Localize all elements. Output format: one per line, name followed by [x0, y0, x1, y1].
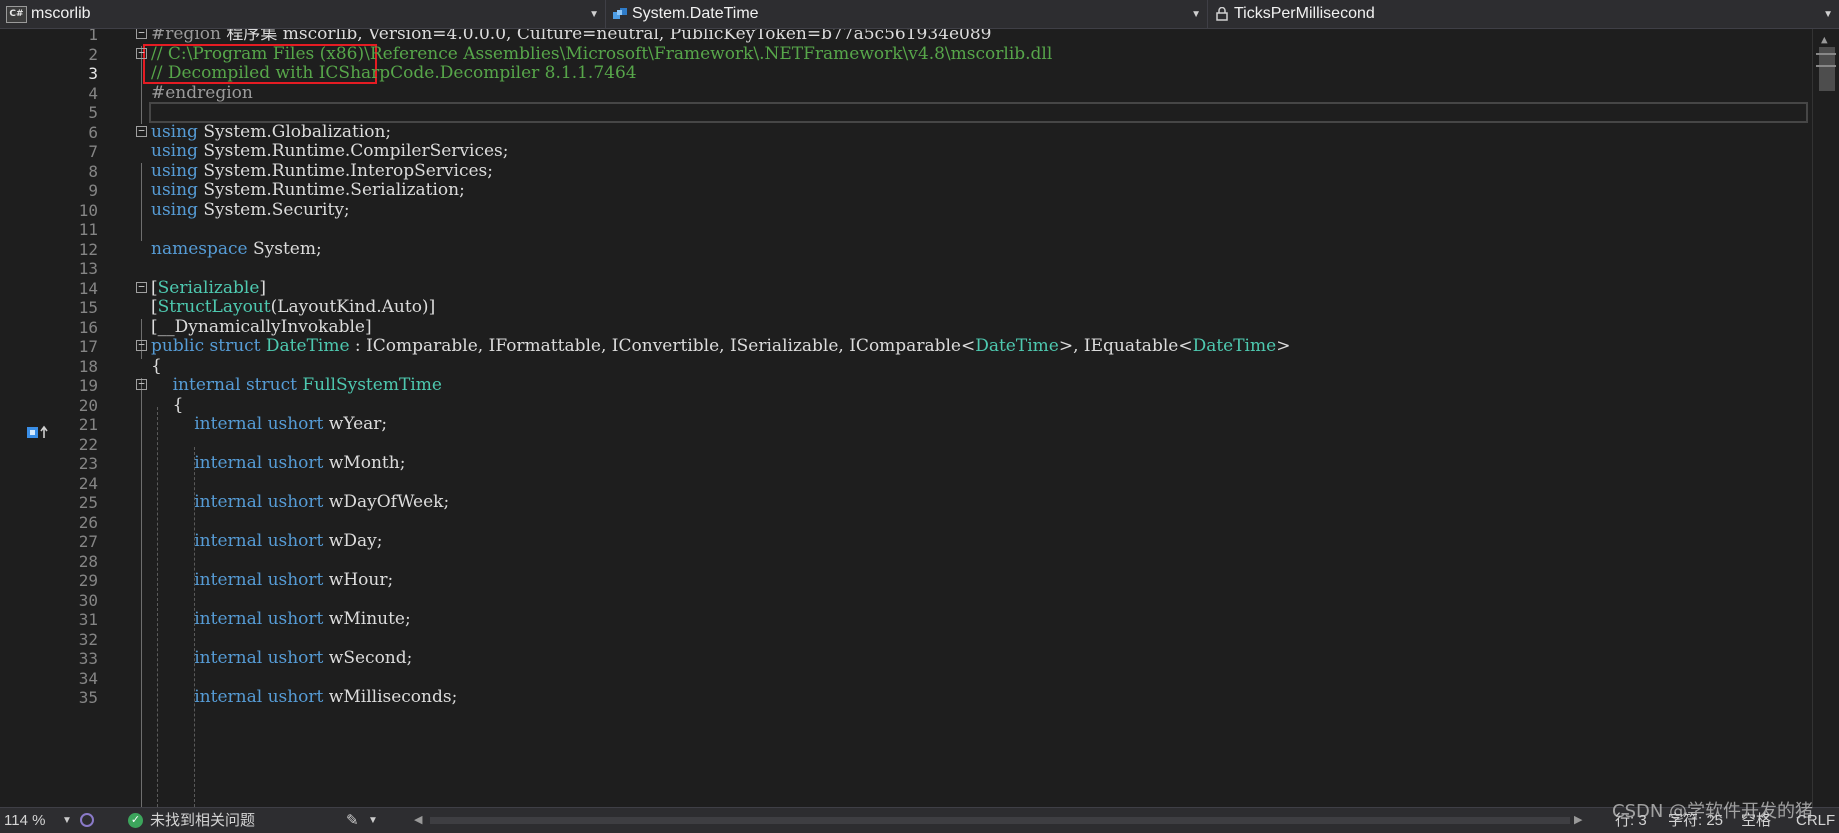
chevron-down-icon[interactable]: ▼ [368, 808, 378, 833]
code-token: [ [151, 277, 158, 298]
check-circle-icon: ✓ [128, 813, 143, 828]
code-token: internal ushort [194, 570, 324, 590]
code-token: internal ushort [194, 414, 324, 434]
code-token: > [1276, 336, 1291, 356]
code-token: internal ushort [194, 492, 324, 512]
code-token: #endregion [151, 82, 253, 103]
code-token: wDay; [323, 531, 383, 551]
copilot-icon[interactable] [80, 813, 94, 827]
code-token: DateTime [975, 336, 1059, 356]
code-token: using [151, 121, 198, 142]
code-cleanup-brush-icon[interactable]: ✎ [346, 808, 359, 833]
code-token: namespace [151, 238, 248, 259]
code-token: (LayoutKind.Auto)] [270, 297, 436, 317]
code-token: ] [259, 277, 267, 298]
line-number: 35 [78, 688, 98, 707]
code-token: Serializable [157, 277, 260, 298]
code-token: System.Runtime.Serialization; [197, 180, 465, 200]
code-token: wHour; [323, 570, 394, 590]
code-token: // C:\Program Files (x86)\Reference Asse… [151, 43, 1053, 64]
chevron-down-icon[interactable]: ▼ [62, 808, 72, 833]
code-token: internal ushort [194, 687, 324, 707]
code-token: using [151, 160, 198, 181]
code-token: System; [247, 238, 322, 259]
code-token: FullSystemTime [302, 375, 442, 395]
watermark: CSDN @学软件开发的猪 [1612, 801, 1814, 822]
status-bar: 114 % ▼ ✓ 未找到相关问题 ✎ ▼ ◀ ▶ 行: 3 字符: 25 空格… [0, 807, 1839, 833]
project-name: mscorlib [31, 5, 91, 22]
collapse-region-icon[interactable]: − [136, 281, 147, 293]
code-token: >, IEquatable< [1058, 336, 1193, 356]
project-dropdown[interactable]: C# mscorlib ▼ [0, 0, 606, 28]
lock-icon [1216, 7, 1228, 21]
code-token: DateTime [1192, 336, 1277, 356]
vertical-scrollbar[interactable]: ▲ [1812, 29, 1839, 807]
code-token: [__DynamicallyInvokable] [151, 316, 372, 337]
code-token: System.Runtime.CompilerServices; [197, 141, 509, 161]
code-token: { [151, 394, 184, 415]
csharp-project-icon: C# [6, 5, 27, 23]
code-token: DateTime [265, 336, 350, 356]
code-token: using [151, 180, 198, 200]
scroll-up-icon[interactable]: ▲ [1821, 33, 1828, 46]
member-name: TicksPerMillisecond [1234, 5, 1375, 22]
code-token: wMinute; [323, 609, 411, 629]
split-view-handle[interactable] [1816, 53, 1836, 67]
code-token: wMilliseconds; [323, 687, 458, 707]
collapse-region-icon[interactable]: − [136, 47, 147, 59]
chevron-down-icon: ▼ [1191, 8, 1201, 20]
code-text[interactable]: internal ushort wMilliseconds; [151, 686, 457, 709]
code-token: internal ushort [194, 453, 324, 473]
navigation-bar: C# mscorlib ▼ System.DateTime ▼ TicksPer… [0, 0, 1839, 29]
code-token: internal ushort [194, 609, 324, 629]
zoom-level[interactable]: 114 % [4, 808, 45, 833]
issues-status[interactable]: 未找到相关问题 [150, 808, 255, 833]
collapse-region-icon[interactable]: − [136, 339, 147, 351]
code-token: System.Runtime.InteropServices; [197, 160, 494, 181]
code-editor[interactable]: 1− #region 程序集 mscorlib, Version=4.0.0.0,… [0, 29, 1839, 807]
code-token: wYear; [323, 414, 388, 434]
code-line[interactable]: 35 internal ushort wMilliseconds; [0, 686, 1812, 709]
code-token: StructLayout [157, 297, 271, 317]
collapse-region-icon[interactable]: − [136, 378, 147, 390]
code-token: : IComparable, IFormattable, IConvertibl… [349, 336, 976, 356]
code-token: [ [151, 297, 158, 317]
struct-icon [613, 8, 627, 19]
collapse-region-icon[interactable]: − [136, 125, 147, 137]
code-token: // Decompiled with ICSharpCode.Decompile… [151, 63, 637, 83]
type-dropdown[interactable]: System.DateTime ▼ [606, 0, 1208, 28]
collapse-region-icon[interactable]: − [136, 29, 147, 39]
horizontal-scrollbar[interactable] [430, 817, 1570, 824]
chevron-down-icon: ▼ [1823, 8, 1833, 20]
code-token: internal ushort [194, 531, 324, 551]
code-token: public struct [151, 336, 266, 356]
code-token: wDayOfWeek; [323, 492, 450, 512]
scroll-right-icon[interactable]: ▶ [1574, 808, 1582, 833]
code-token: System.Security; [197, 199, 350, 220]
code-token: using [151, 199, 198, 220]
code-token: internal struct [172, 375, 303, 395]
chevron-down-icon: ▼ [589, 8, 599, 20]
type-name: System.DateTime [632, 5, 759, 22]
scroll-left-icon[interactable]: ◀ [414, 808, 422, 833]
code-token: { [151, 355, 162, 376]
code-token: wMonth; [323, 453, 406, 473]
code-token: wSecond; [323, 648, 413, 668]
member-dropdown[interactable]: TicksPerMillisecond ▼ [1208, 0, 1839, 28]
code-token: internal ushort [194, 648, 324, 668]
code-token: System.Globalization; [197, 121, 392, 142]
code-token: using [151, 141, 198, 161]
